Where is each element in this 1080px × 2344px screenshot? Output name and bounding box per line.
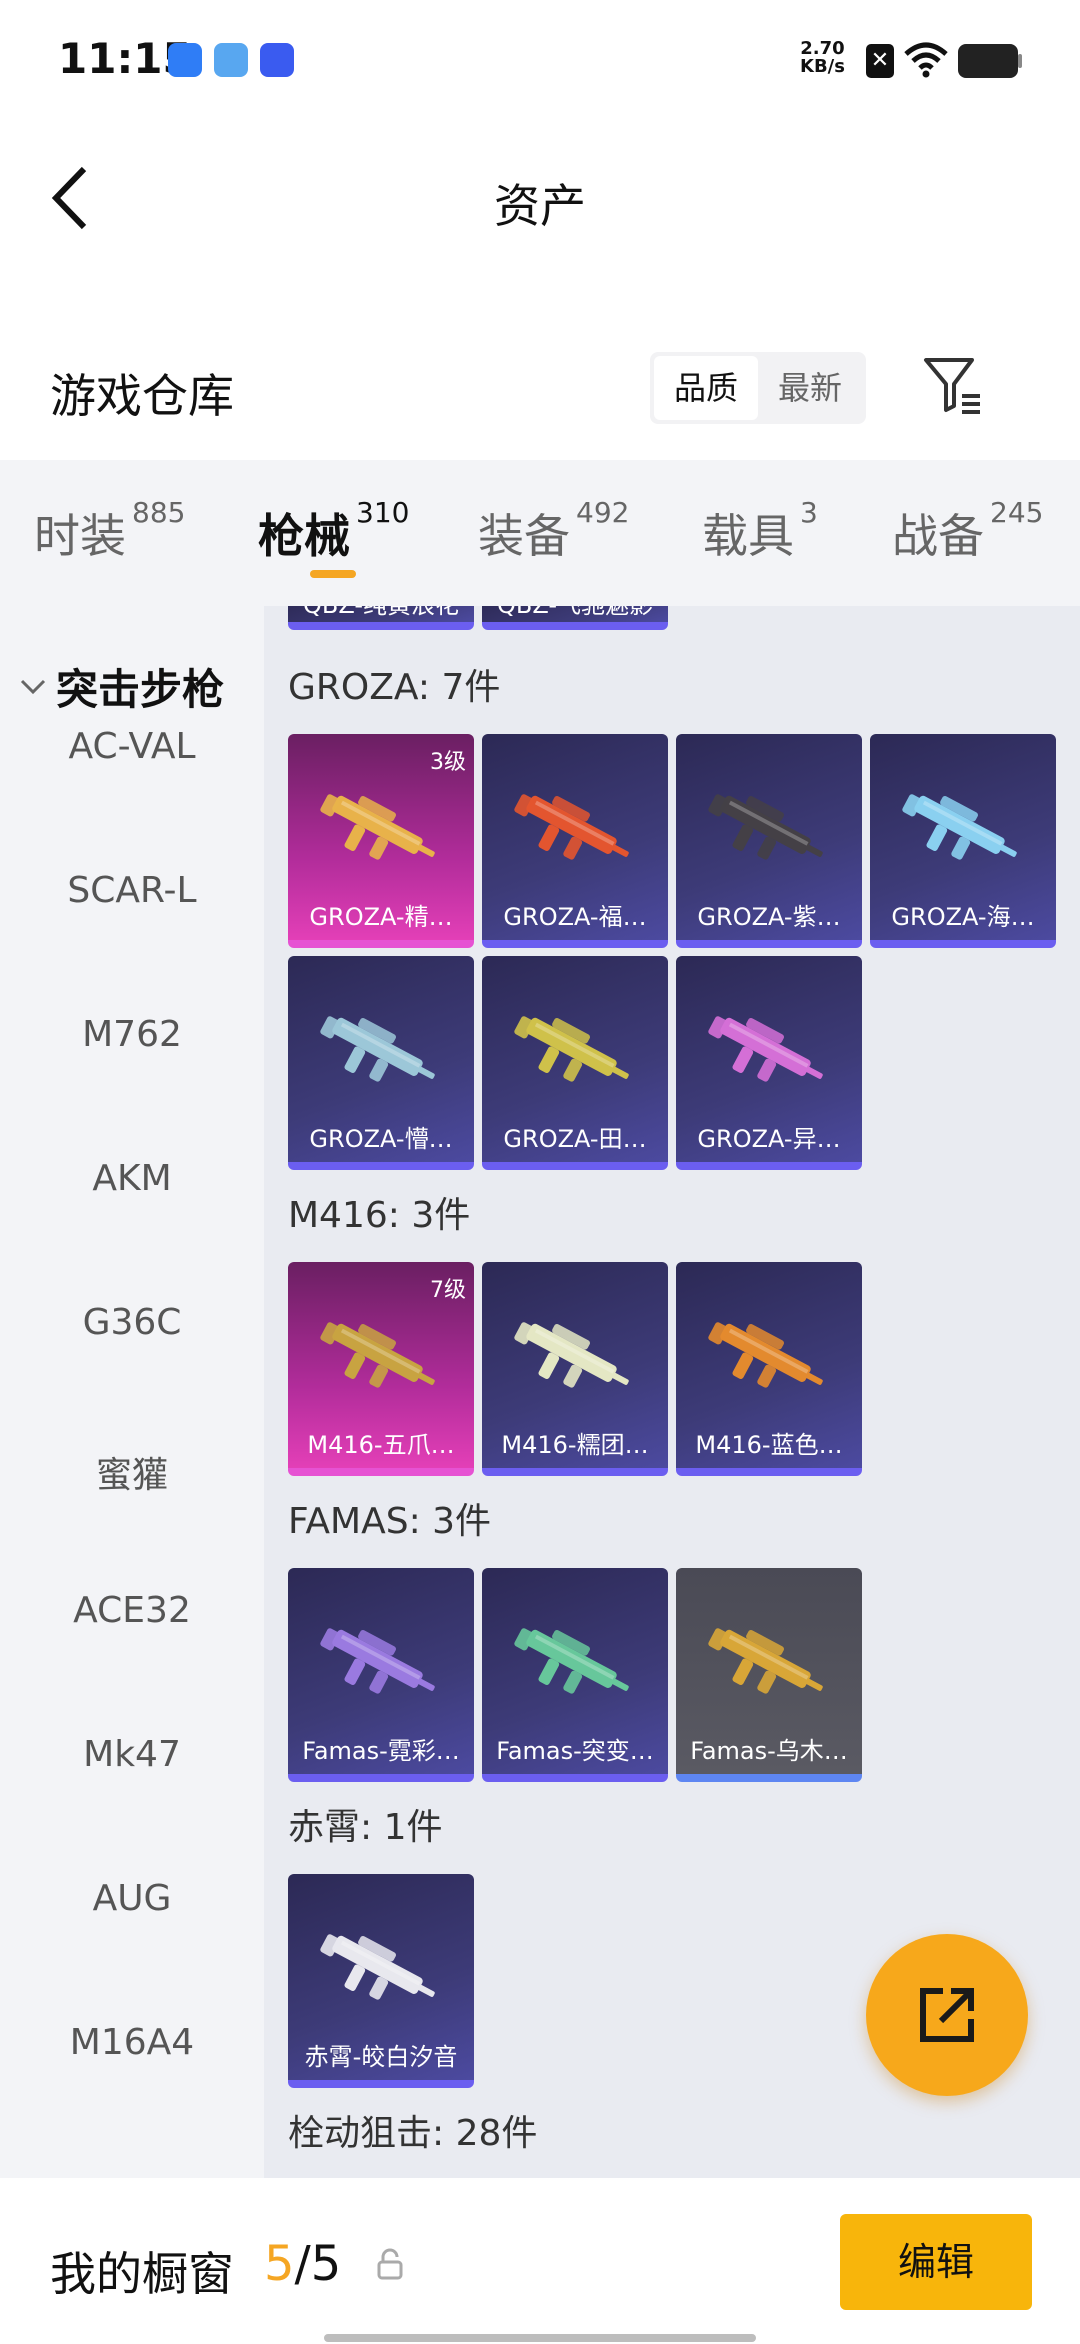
weapon-card-name: M416-糯团…	[501, 1431, 649, 1459]
tab-equipment[interactable]: 装备 492	[478, 496, 629, 566]
weapon-card-name: GROZA-海…	[891, 903, 1035, 931]
weapon-card-name: GROZA-田…	[503, 1125, 647, 1153]
app-notification-icon	[214, 43, 248, 77]
weapon-card-name: GROZA-精…	[309, 903, 453, 931]
tab-vehicles[interactable]: 载具 3	[702, 496, 818, 566]
weapon-card[interactable]: GROZA-懵…	[288, 956, 474, 1170]
sort-segmented-control: 品质 最新	[650, 352, 866, 424]
weapon-card[interactable]: GROZA-异…	[676, 956, 862, 1170]
weapon-skin-image	[708, 1322, 823, 1388]
weapon-skin-image	[708, 1628, 823, 1694]
sort-by-quality[interactable]: 品质	[654, 356, 758, 420]
weapon-card[interactable]: GROZA-海…	[870, 734, 1056, 948]
weapon-skin-image	[320, 1322, 435, 1388]
chevron-down-icon	[20, 679, 46, 694]
section-title: 游戏仓库	[50, 369, 234, 423]
weapon-group-title: FAMAS: 3件	[288, 1501, 492, 1542]
screen: 11:15 2.70 KB/s ✕ 资产 游戏仓库 品质 最新 时装 885 枪…	[0, 0, 1080, 2344]
weapon-card-name: GROZA-懵…	[309, 1125, 453, 1153]
weapon-skin-image	[902, 794, 1017, 860]
battery-tip	[1018, 54, 1022, 68]
weapon-card[interactable]: 7级 M416-五爪…	[288, 1262, 474, 1476]
weapon-level-badge: 3级	[430, 750, 466, 775]
sort-by-newest[interactable]: 最新	[758, 356, 862, 420]
sidebar-category-assault-rifles[interactable]: 突击步枪	[18, 656, 224, 717]
sidebar-item[interactable]: 蜜獾	[0, 1446, 264, 1498]
sidebar-item[interactable]: AKM	[0, 1158, 264, 1199]
weapon-card-name: 赤霄-皎白汐音	[304, 2043, 458, 2071]
weapon-card-name: QBZ-纯黄浪花	[288, 606, 474, 620]
active-tab-indicator	[310, 570, 356, 578]
weapon-skin-image	[514, 1628, 629, 1694]
weapon-skin-image	[514, 794, 629, 860]
weapon-card-name: Famas-突变…	[496, 1737, 654, 1765]
sidebar-item[interactable]: M762	[0, 1014, 264, 1055]
weapon-group-title: 赤霄: 1件	[288, 1807, 443, 1848]
weapon-card-name: GROZA-异…	[697, 1125, 841, 1153]
weapon-card-name: M416-五爪…	[307, 1431, 455, 1459]
weapon-card-name: M416-蓝色…	[695, 1431, 843, 1459]
weapon-card-name: GROZA-福…	[503, 903, 647, 931]
weapon-skin-image	[320, 1628, 435, 1694]
vivo-app-icon	[260, 43, 294, 77]
sidebar-item[interactable]: AC-VAL	[0, 726, 264, 767]
home-indicator	[324, 2334, 756, 2342]
sidebar-item[interactable]: Mk47	[0, 1734, 264, 1775]
weapon-card-name: Famas-霓彩…	[302, 1737, 460, 1765]
showcase-count: 5/5	[264, 2236, 342, 2292]
sidebar-item[interactable]: G36C	[0, 1302, 264, 1343]
weapon-skin-image	[708, 1016, 823, 1082]
sidebar-item[interactable]: SCAR-L	[0, 870, 264, 911]
tab-weapons[interactable]: 枪械 310	[258, 496, 409, 566]
weapon-group-title: GROZA: 7件	[288, 667, 501, 708]
weapon-card[interactable]: QBZ-纯黄浪花	[288, 606, 474, 630]
weapon-skin-image	[320, 1934, 435, 2000]
weapon-card[interactable]: Famas-霓彩…	[288, 1568, 474, 1782]
sidebar-item[interactable]: AUG	[0, 1878, 264, 1919]
weapon-card[interactable]: GROZA-福…	[482, 734, 668, 948]
sidebar-item[interactable]: M16A4	[0, 2022, 264, 2063]
tab-outfits[interactable]: 时装 885	[34, 496, 185, 566]
no-sim-icon: ✕	[866, 44, 894, 78]
weapon-type-sidebar: 突击步枪 AC-VAL SCAR-L M762 AKM G36C 蜜獾 ACE32 Mk47 A…	[0, 606, 264, 2178]
network-speed: 2.70 KB/s	[800, 38, 845, 77]
weapon-card-name: QBZ-飞驰魅影	[482, 606, 668, 620]
weapon-skin-image	[708, 794, 823, 860]
edit-button[interactable]: 编辑	[840, 2214, 1032, 2310]
weapon-card[interactable]: M416-糯团…	[482, 1262, 668, 1476]
weapon-skin-image	[320, 794, 435, 860]
category-tabs: 时装 885 枪械 310 装备 492 载具 3 战备 245	[0, 460, 1080, 606]
weapon-card[interactable]: 3级 GROZA-精…	[288, 734, 474, 948]
weapon-card[interactable]: Famas-乌木…	[676, 1568, 862, 1782]
page-title: 资产	[494, 179, 586, 233]
tab-supplies[interactable]: 战备 245	[892, 496, 1043, 566]
lock-icon	[377, 2248, 403, 2280]
weapon-group-title: M416: 3件	[288, 1195, 471, 1236]
weapon-skin-image	[320, 1016, 435, 1082]
weapon-skin-image	[514, 1016, 629, 1082]
filter-icon	[924, 358, 980, 414]
share-external-icon	[920, 1988, 974, 2042]
status-bar: 11:15 2.70 KB/s ✕	[0, 0, 1080, 120]
weapon-group-title: 栓动狙击: 28件	[288, 2113, 538, 2154]
share-fab[interactable]	[866, 1934, 1028, 2096]
weapon-card[interactable]: GROZA-紫…	[676, 734, 862, 948]
weapon-skin-image	[514, 1322, 629, 1388]
weapon-card-name: GROZA-紫…	[697, 903, 841, 931]
weapon-card[interactable]: GROZA-田…	[482, 956, 668, 1170]
sidebar-item[interactable]: ACE32	[0, 1590, 264, 1631]
weapon-card[interactable]: M416-蓝色…	[676, 1262, 862, 1476]
weapon-card[interactable]: Famas-突变…	[482, 1568, 668, 1782]
battery-icon	[958, 44, 1018, 78]
showcase-label: 我的橱窗	[50, 2247, 234, 2301]
weapon-card-name: Famas-乌木…	[690, 1737, 848, 1765]
filter-button[interactable]	[920, 352, 986, 418]
weapon-card[interactable]: 赤霄-皎白汐音	[288, 1874, 474, 2088]
weapon-level-badge: 7级	[430, 1278, 466, 1303]
showcase-bar: 我的橱窗 5/5 编辑	[0, 2178, 1080, 2344]
app-notification-icon	[168, 43, 202, 77]
wifi-icon	[904, 42, 948, 78]
weapon-card[interactable]: QBZ-飞驰魅影	[482, 606, 668, 630]
